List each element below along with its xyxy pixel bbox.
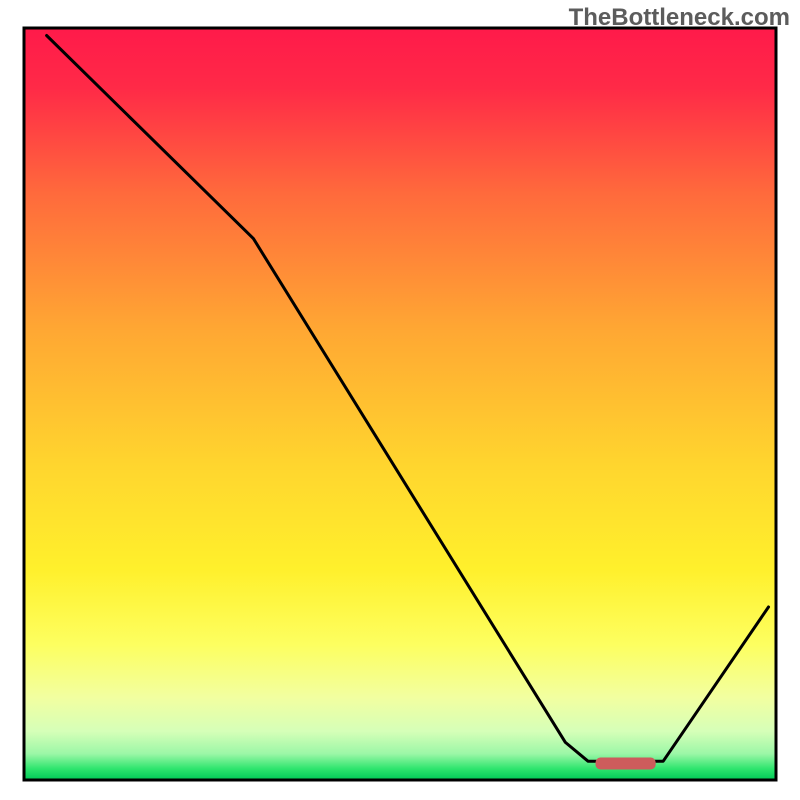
bottleneck-chart: TheBottleneck.com <box>0 0 800 800</box>
chart-svg <box>0 0 800 800</box>
optimal-marker <box>596 758 656 770</box>
watermark-label: TheBottleneck.com <box>569 4 790 32</box>
gradient-background <box>24 28 776 780</box>
